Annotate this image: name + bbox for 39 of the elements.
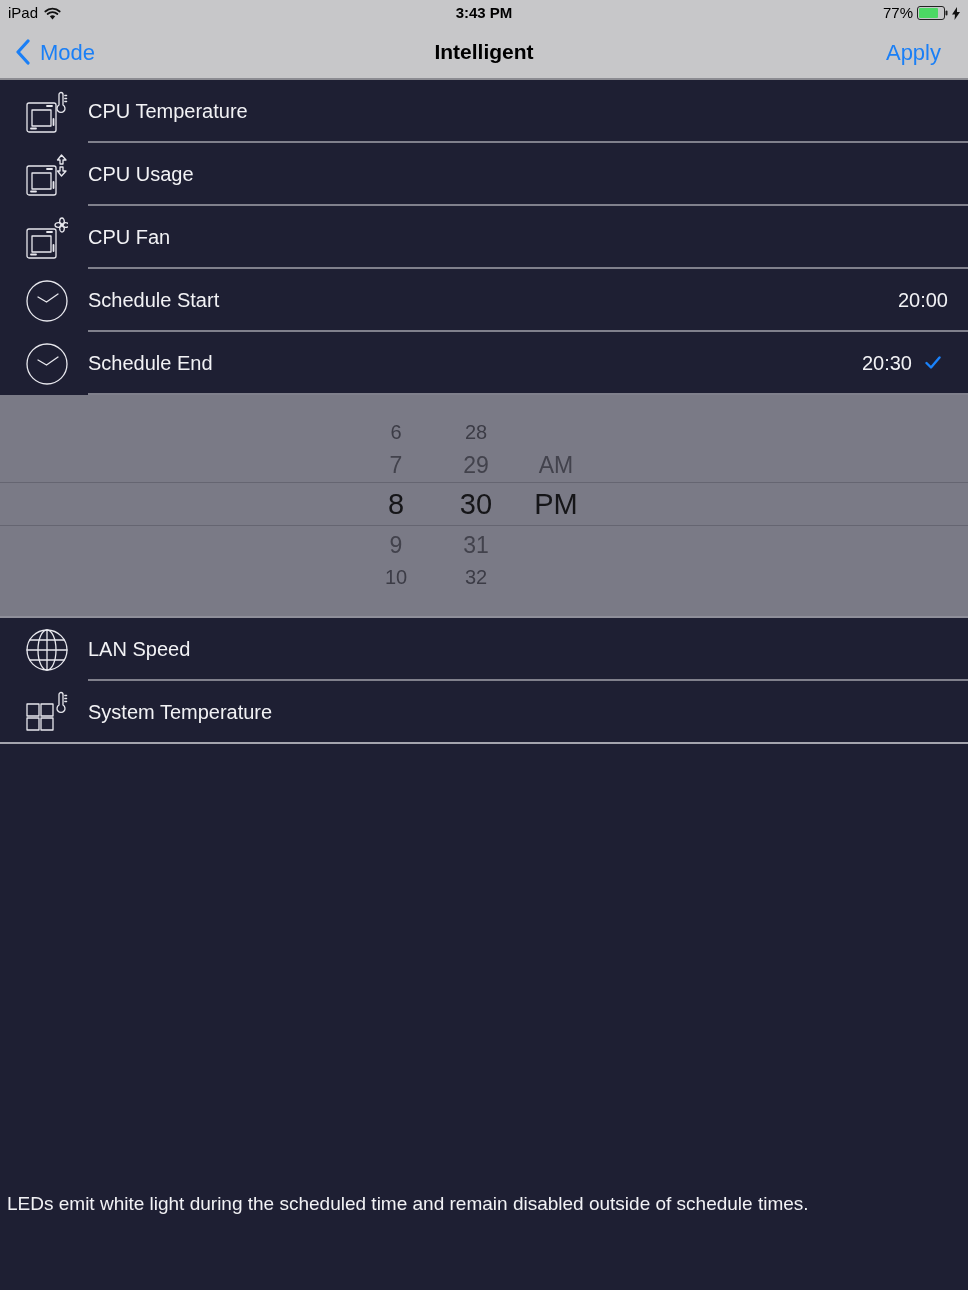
time-picker[interactable]: 6 28 7 29 AM 8 30 PM 9 31 10 32 <box>0 395 968 618</box>
chevron-left-icon <box>15 39 31 65</box>
status-time: 3:43 PM <box>455 2 513 23</box>
chip-arrows-icon <box>26 153 68 196</box>
setting-label: System Temperature <box>88 699 273 725</box>
setting-label: Schedule Start <box>88 287 220 313</box>
picker-item[interactable]: 30 <box>459 488 493 520</box>
globe-icon <box>26 628 68 671</box>
battery-icon <box>917 6 948 20</box>
grid-thermometer-icon <box>26 690 68 733</box>
picker-item[interactable]: 32 <box>464 566 488 588</box>
setting-label: Schedule End <box>88 350 213 376</box>
picker-item[interactable]: 10 <box>384 566 408 588</box>
battery-percent: 77% <box>882 2 913 23</box>
picker-item[interactable]: 9 <box>389 532 403 558</box>
setting-label: CPU Fan <box>88 224 171 250</box>
page-title: Intelligent <box>434 39 534 66</box>
picker-item[interactable]: 6 <box>390 421 402 443</box>
setting-label: CPU Temperature <box>88 98 248 124</box>
picker-item[interactable]: 31 <box>463 532 489 558</box>
back-button[interactable]: Mode <box>0 35 96 69</box>
clock-icon <box>26 279 68 322</box>
wifi-icon <box>44 6 62 20</box>
clock-icon <box>26 342 68 385</box>
setting-label: LAN Speed <box>88 636 191 662</box>
schedule-note: LEDs emit white light during the scheduled time and remain disabled outside of schedule times. <box>7 1192 810 1216</box>
picker-item[interactable]: AM <box>538 452 574 478</box>
picker-item[interactable]: 7 <box>389 452 403 478</box>
time-value: 20:30 <box>861 350 912 376</box>
chip-fan-icon <box>26 216 68 259</box>
picker-item[interactable]: 8 <box>387 488 405 520</box>
chip-thermometer-icon <box>26 90 68 133</box>
picker-item[interactable]: 29 <box>463 452 489 478</box>
picker-item[interactable]: 28 <box>464 421 488 443</box>
apply-button[interactable]: Apply <box>885 35 968 69</box>
device-name: iPad <box>8 2 39 23</box>
picker-item[interactable]: PM <box>534 488 578 520</box>
time-value: 20:00 <box>897 287 948 313</box>
setting-label: CPU Usage <box>88 161 194 187</box>
